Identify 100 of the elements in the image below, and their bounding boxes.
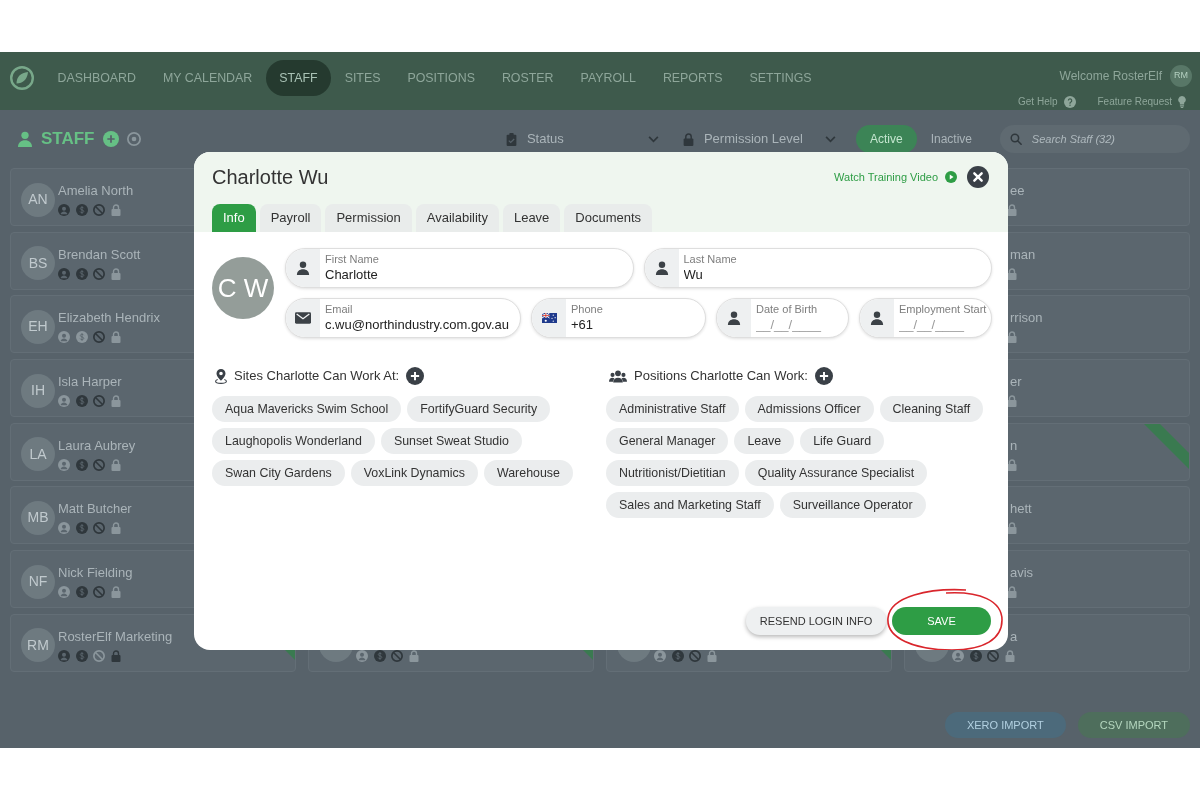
- site-tag[interactable]: VoxLink Dynamics: [350, 460, 478, 486]
- name-field[interactable]: Last Name Wu: [643, 248, 992, 288]
- avatar: AN: [21, 182, 55, 217]
- employee-name: n: [1010, 437, 1018, 454]
- employee-name: rrison: [1010, 310, 1043, 327]
- user-avatar[interactable]: RM: [1170, 65, 1192, 87]
- avatar: EH: [21, 309, 55, 344]
- person-icon: [17, 131, 33, 147]
- permission-dropdown[interactable]: Permission Level: [678, 125, 842, 153]
- position-tag[interactable]: Quality Assurance Specialist: [744, 460, 928, 486]
- date-field[interactable]: Date of Birth __/__/____: [716, 298, 849, 338]
- close-icon[interactable]: [967, 166, 989, 188]
- import-button[interactable]: XERO IMPORT: [944, 712, 1066, 738]
- position-tag[interactable]: Admissions Officer: [744, 396, 874, 422]
- plus-circle-icon[interactable]: [406, 367, 425, 385]
- nav-link[interactable]: Feature Request: [1097, 94, 1172, 109]
- date-field[interactable]: Employment Start __/__/____: [859, 298, 992, 338]
- leaf-logo-icon[interactable]: [10, 66, 34, 90]
- nav-menu-item[interactable]: REPORTS: [649, 60, 737, 96]
- save-button[interactable]: SAVE: [892, 607, 991, 635]
- dialog-tab[interactable]: Availability: [415, 204, 499, 232]
- chevron-down-icon: [647, 135, 659, 143]
- bulb-icon[interactable]: [1178, 95, 1186, 108]
- position-tag[interactable]: General Manager: [606, 428, 729, 454]
- dialog-tab[interactable]: Documents: [564, 204, 653, 232]
- pin-icon: [215, 368, 227, 384]
- import-button[interactable]: CSV IMPORT: [1077, 712, 1190, 738]
- employee-name: Amelia North: [58, 183, 134, 199]
- employee-name: avis: [1010, 565, 1034, 582]
- page-title: STAFF: [41, 128, 95, 151]
- nav-menu-item[interactable]: POSITIONS: [393, 60, 489, 96]
- nav-menu-item[interactable]: DASHBOARD: [44, 60, 150, 96]
- dialog-tab[interactable]: Payroll: [259, 204, 322, 232]
- chevron-down-icon: [824, 135, 836, 143]
- employee-name: Laura Aubrey: [58, 437, 136, 454]
- search-input[interactable]: Search Staff (32): [1031, 130, 1180, 148]
- position-tag[interactable]: Sales and Marketing Staff: [606, 492, 774, 518]
- site-tag[interactable]: Warehouse: [484, 460, 573, 486]
- nav-menu-item[interactable]: SETTINGS: [736, 60, 826, 96]
- filter-toggle[interactable]: Inactive: [916, 125, 986, 153]
- employee-name: RosterElf Marketing: [58, 628, 173, 645]
- nav-menu-item[interactable]: ROSTER: [488, 60, 568, 96]
- section-heading: Positions Charlotte Can Work:: [634, 367, 808, 386]
- flag-icon: [541, 313, 557, 323]
- position-tag[interactable]: Life Guard: [800, 428, 885, 454]
- avatar: RM: [21, 628, 55, 663]
- dialog-tab[interactable]: Leave: [502, 204, 561, 232]
- search-icon: [1010, 133, 1022, 145]
- dialog-tab[interactable]: Permission: [325, 204, 412, 232]
- person-icon: [296, 261, 310, 275]
- position-tag[interactable]: Nutritionist/Dietitian: [606, 460, 739, 486]
- employee-name: Isla Harper: [58, 374, 122, 391]
- nav-menu-item[interactable]: PAYROLL: [567, 60, 650, 96]
- phone-input[interactable]: +61: [571, 315, 703, 334]
- person-icon: [870, 311, 884, 325]
- position-tag[interactable]: Leave: [734, 428, 795, 454]
- status-dropdown[interactable]: Status: [501, 125, 665, 153]
- position-tag[interactable]: Administrative Staff: [606, 396, 739, 422]
- dialog-tab[interactable]: Info: [212, 204, 256, 232]
- email-input[interactable]: c.wu@northindustry.com.gov.au: [325, 315, 518, 334]
- site-tag[interactable]: Sunset Sweat Studio: [380, 428, 522, 454]
- site-tag[interactable]: Laughopolis Wonderland: [212, 428, 375, 454]
- employee-name: a: [1010, 628, 1018, 645]
- email-field[interactable]: Email c.wu@northindustry.com.gov.au: [285, 298, 521, 338]
- date-input[interactable]: __/__/____: [756, 315, 846, 334]
- employee-name: er: [1010, 374, 1022, 391]
- employee-name: ee: [1010, 183, 1025, 199]
- site-tag[interactable]: Aqua Mavericks Swim School: [212, 396, 402, 422]
- avatar: MB: [21, 500, 55, 535]
- filter-toggle[interactable]: Active: [855, 125, 917, 153]
- avatar: LA: [21, 437, 55, 472]
- lock-icon: [682, 132, 694, 146]
- site-tag[interactable]: FortifyGuard Security: [407, 396, 551, 422]
- name-input[interactable]: Charlotte: [325, 265, 631, 284]
- position-tag[interactable]: Surveillance Operator: [779, 492, 926, 518]
- nav-link[interactable]: Get Help: [1018, 94, 1058, 109]
- site-tag[interactable]: Swan City Gardens: [212, 460, 345, 486]
- avatar: C W: [212, 257, 274, 319]
- person-icon: [727, 311, 741, 325]
- ring-icon[interactable]: [126, 132, 141, 146]
- help-icon[interactable]: [1063, 95, 1076, 108]
- search-field[interactable]: Search Staff (32): [1000, 125, 1190, 153]
- position-tag[interactable]: Cleaning Staff: [879, 396, 984, 422]
- person-icon: [654, 261, 669, 275]
- nav-menu-item[interactable]: STAFF: [265, 60, 332, 96]
- nav-menu-item[interactable]: SITES: [331, 60, 394, 96]
- avatar: IH: [21, 373, 55, 408]
- employee-name: Matt Butcher: [58, 501, 132, 518]
- employee-name: Elizabeth Hendrix: [58, 310, 160, 327]
- name-field[interactable]: First Name Charlotte: [285, 248, 634, 288]
- avatar: BS: [21, 246, 55, 281]
- resend-login-button[interactable]: RESEND LOGIN INFO: [746, 607, 886, 635]
- phone-field[interactable]: Phone +61: [531, 298, 706, 338]
- employee-name: Nick Fielding: [58, 565, 133, 582]
- nav-menu-item[interactable]: MY CALENDAR: [149, 60, 266, 96]
- employee-name: Brendan Scott: [58, 246, 141, 263]
- play-icon[interactable]: [945, 171, 957, 183]
- envelope-icon: [295, 312, 311, 324]
- plus-circle-icon[interactable]: [814, 367, 833, 385]
- avatar: NF: [21, 564, 55, 599]
